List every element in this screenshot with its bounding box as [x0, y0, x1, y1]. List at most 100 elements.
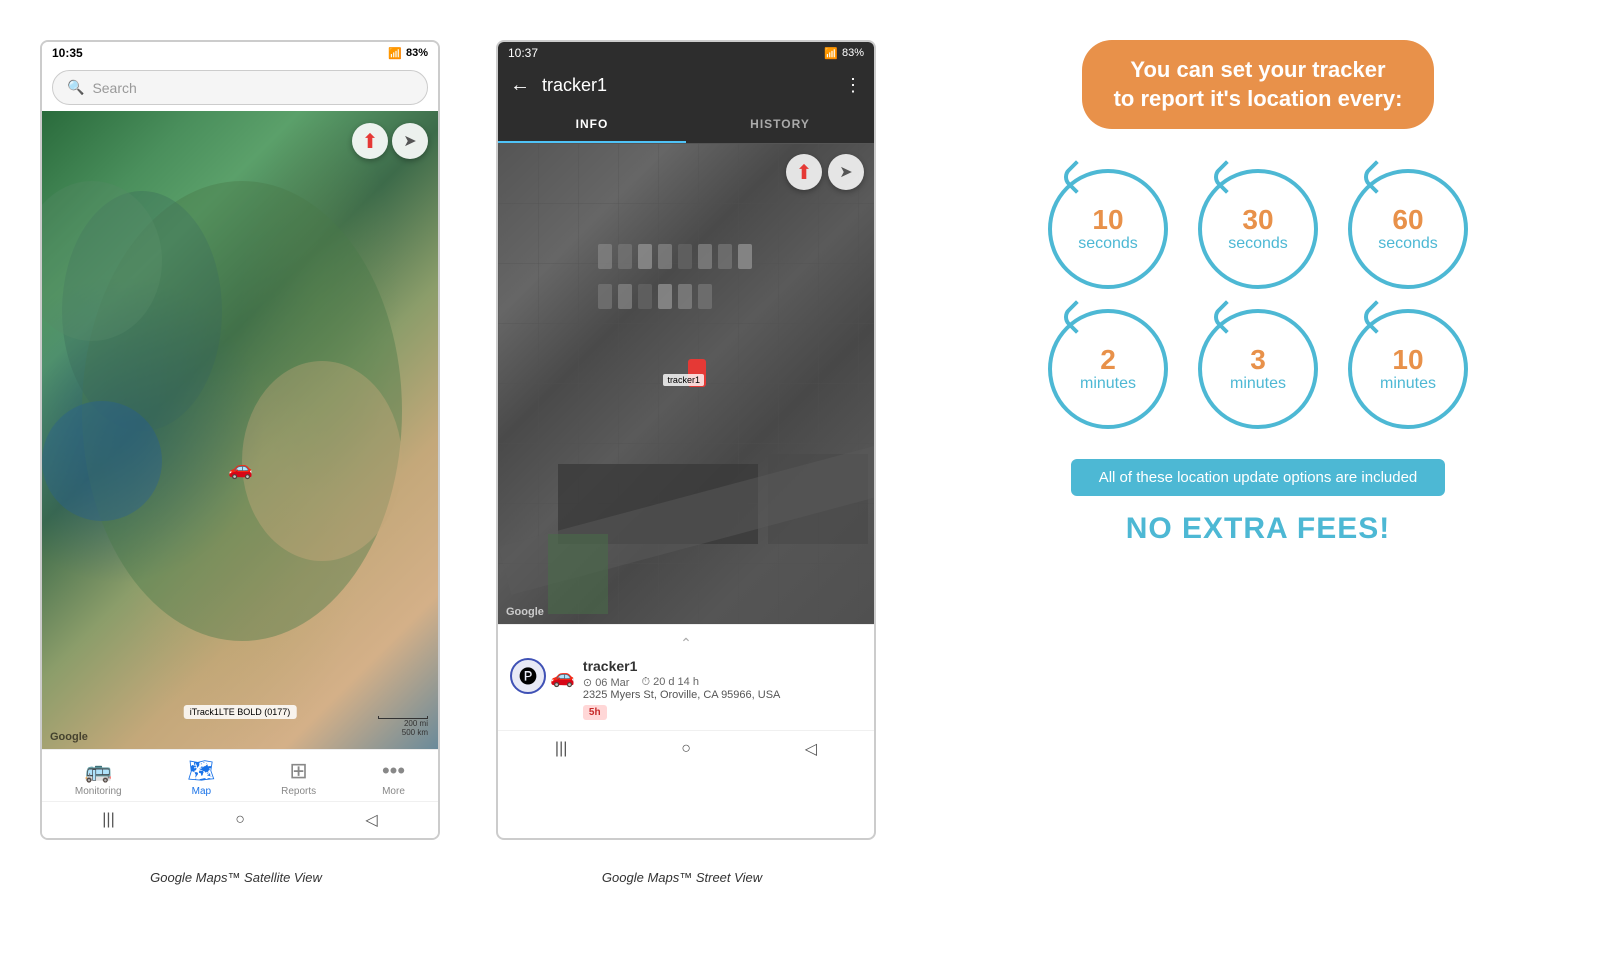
tracker-map-label: iTrack1LTE BOLD (0177)	[184, 705, 297, 719]
monitoring-icon: 🚌	[85, 758, 112, 784]
right-android-menu-btn[interactable]: |||	[555, 740, 567, 758]
interval-number-30s: 30	[1242, 206, 1273, 234]
google-watermark-left: Google	[50, 731, 88, 743]
more-icon: •••	[382, 758, 405, 784]
interval-circle-60s: 60 seconds	[1348, 169, 1468, 289]
tracker-address: 2325 Myers St, Oroville, CA 95966, USA	[583, 689, 862, 701]
tracker-duration: ⏱ 20 d 14 h	[641, 676, 699, 689]
info-headline: You can set your trackerto report it's l…	[1082, 40, 1435, 129]
tracker-name: tracker1	[583, 658, 862, 674]
tracker-info-text: tracker1 ⊙ 06 Mar ⏱ 20 d 14 h 2325 Myers…	[583, 658, 862, 720]
left-android-bar: ||| ○ ◁	[42, 801, 438, 838]
interval-3m: 3 minutes	[1198, 309, 1318, 429]
back-button[interactable]: ←	[510, 74, 530, 97]
right-android-bar: ||| ○ ◁	[498, 730, 874, 767]
nav-map-label: Map	[192, 786, 211, 797]
tracker-meta: ⊙ 06 Mar ⏱ 20 d 14 h	[583, 676, 862, 689]
left-map: ⬆ ➤ 🚗 iTrack1LTE BOLD (0177) Google 200 …	[42, 111, 438, 749]
left-phone-caption: Google Maps™ Satellite View	[150, 870, 322, 885]
right-signal-icon: 📶	[824, 47, 838, 60]
no-extra-banner: All of these location update options are…	[1071, 459, 1446, 496]
interval-circle-3m: 3 minutes	[1198, 309, 1318, 429]
search-icon: 🔍	[67, 79, 84, 96]
right-status-bar: 10:37 📶 83%	[498, 42, 874, 64]
tracker-badge: 5h	[583, 705, 607, 720]
android-back-btn[interactable]: ◁	[365, 810, 377, 830]
scroll-indicator: ⌃	[510, 635, 862, 652]
google-watermark-right: Google	[506, 606, 544, 618]
right-phone: 10:37 📶 83% ← tracker1 ⋮ INFO HISTORY	[496, 40, 876, 840]
interval-number-60s: 60	[1392, 206, 1423, 234]
sat-compass[interactable]: ⬆	[786, 154, 822, 190]
tracker-avatar: 🅟	[510, 658, 546, 694]
compass-button[interactable]: ⬆	[352, 123, 388, 159]
right-time: 10:37	[508, 46, 538, 60]
map-svg	[42, 111, 438, 749]
tracker-car-icon: 🚗	[550, 664, 575, 689]
nav-more[interactable]: ••• More	[382, 758, 405, 797]
scale-km: 500 km	[402, 728, 428, 737]
tracker-avatar-icon: 🅟	[519, 663, 537, 689]
nav-more-label: More	[382, 786, 405, 797]
nav-monitoring-label: Monitoring	[75, 786, 122, 797]
interval-unit-3m: minutes	[1230, 374, 1286, 393]
map-nav-icon: 🗺	[187, 758, 215, 784]
intervals-grid: 10 seconds 30 seconds 60 seconds 2 minut…	[1048, 169, 1468, 429]
interval-unit-2m: minutes	[1080, 374, 1136, 393]
interval-unit-10m: minutes	[1380, 374, 1436, 393]
search-bar[interactable]: 🔍 Search	[52, 70, 428, 105]
interval-circle-30s: 30 seconds	[1198, 169, 1318, 289]
right-battery: 83%	[842, 47, 864, 59]
right-android-back-btn[interactable]: ◁	[805, 739, 817, 759]
menu-button[interactable]: ⋮	[844, 75, 862, 96]
tracker-info-panel: ⌃ 🅟 🚗 tracker1 ⊙ 06 Mar ⏱ 20 d 14 h 2325…	[498, 624, 874, 730]
interval-number-2m: 2	[1100, 346, 1116, 374]
interval-10m: 10 minutes	[1348, 309, 1468, 429]
left-nav-bar: 🚌 Monitoring 🗺 Map ⊞ Reports ••• More	[42, 749, 438, 801]
reports-icon: ⊞	[289, 758, 307, 784]
interval-10s: 10 seconds	[1048, 169, 1168, 289]
nav-reports[interactable]: ⊞ Reports	[281, 758, 316, 797]
nav-arrow-icon: ➤	[403, 131, 416, 151]
no-extra-fees: NO EXTRA FEES!	[1126, 512, 1391, 546]
info-panel: You can set your trackerto report it's l…	[900, 0, 1616, 576]
interval-2m: 2 minutes	[1048, 309, 1168, 429]
nav-map[interactable]: 🗺 Map	[187, 758, 215, 797]
interval-unit-30s: seconds	[1228, 234, 1288, 253]
interval-60s: 60 seconds	[1348, 169, 1468, 289]
android-home-btn[interactable]: ○	[235, 811, 245, 829]
right-phone-caption: Google Maps™ Street View	[602, 870, 762, 885]
sat-nav-icon: ➤	[839, 162, 852, 182]
scale-mi: 200 mi	[404, 719, 428, 728]
map-scale: 200 mi 500 km	[378, 716, 428, 737]
android-menu-btn[interactable]: |||	[102, 811, 114, 829]
interval-number-3m: 3	[1250, 346, 1266, 374]
right-map: ⬆ ➤ tracker1 Google	[498, 144, 874, 624]
interval-number-10s: 10	[1092, 206, 1123, 234]
tracker-pin: 🚗	[228, 456, 253, 481]
sat-nav-btn[interactable]: ➤	[828, 154, 864, 190]
tab-history[interactable]: HISTORY	[686, 107, 874, 143]
sat-tracker-label: tracker1	[663, 374, 704, 386]
interval-30s: 30 seconds	[1198, 169, 1318, 289]
interval-circle-10m: 10 minutes	[1348, 309, 1468, 429]
interval-circle-10s: 10 seconds	[1048, 169, 1168, 289]
tab-bar: INFO HISTORY	[498, 107, 874, 144]
compass-icon: ⬆	[362, 129, 379, 154]
nav-monitoring[interactable]: 🚌 Monitoring	[75, 758, 122, 797]
left-signal-icon: 📶	[388, 47, 402, 60]
interval-number-10m: 10	[1392, 346, 1423, 374]
left-battery: 83%	[406, 47, 428, 59]
nav-button[interactable]: ➤	[392, 123, 428, 159]
tracker-title: tracker1	[542, 75, 832, 96]
left-status-bar: 10:35 📶 83%	[42, 42, 438, 64]
search-input[interactable]: Search	[92, 80, 136, 96]
headline-text: You can set your trackerto report it's l…	[1114, 57, 1403, 111]
interval-unit-60s: seconds	[1378, 234, 1438, 253]
tracker-date: ⊙ 06 Mar	[583, 676, 630, 689]
right-android-home-btn[interactable]: ○	[681, 740, 691, 758]
sat-compass-icon: ⬆	[796, 160, 813, 185]
tracker-app-bar: ← tracker1 ⋮	[498, 64, 874, 107]
left-phone: 10:35 📶 83% 🔍 Search ⬆	[40, 40, 440, 840]
tab-info[interactable]: INFO	[498, 107, 686, 143]
